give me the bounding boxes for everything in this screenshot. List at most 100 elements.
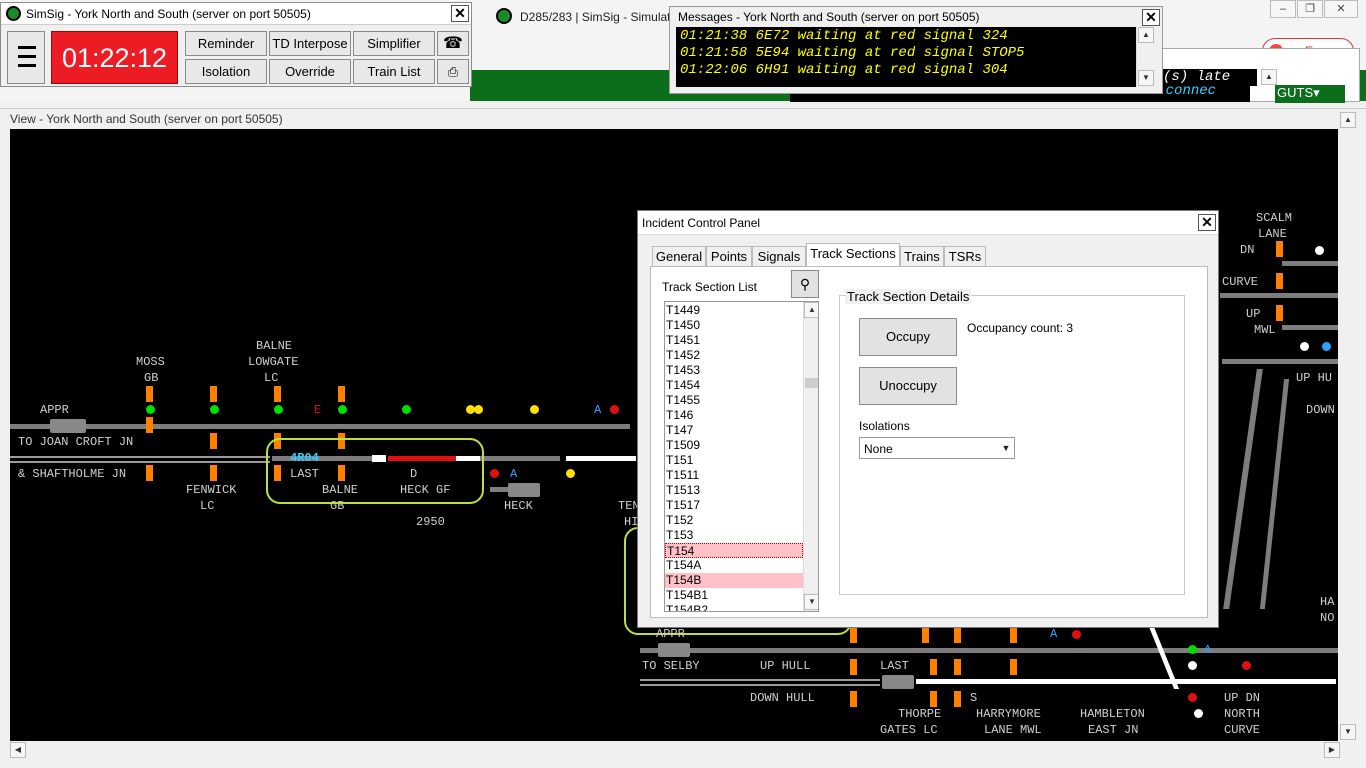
routed-track[interactable] bbox=[916, 679, 1336, 684]
platform-marker bbox=[50, 419, 86, 433]
signal-red-icon[interactable] bbox=[1072, 630, 1081, 639]
isolation-button[interactable]: Isolation bbox=[185, 59, 267, 84]
track-section-item[interactable]: T1517 bbox=[665, 498, 803, 513]
track-section-item[interactable]: T154B1 bbox=[665, 588, 803, 603]
down-line-track[interactable] bbox=[10, 461, 270, 463]
track-section-item[interactable]: T154A bbox=[665, 558, 803, 573]
icp-titlebar: Incident Control Panel ✕ bbox=[638, 211, 1218, 235]
track-section-item[interactable]: T1452 bbox=[665, 348, 803, 363]
override-button[interactable]: Override bbox=[269, 59, 351, 84]
scroll-up-icon[interactable]: ▲ bbox=[1261, 69, 1277, 85]
routed-track[interactable] bbox=[566, 456, 636, 461]
track-section-item[interactable]: T154 bbox=[665, 543, 803, 558]
scroll-thumb[interactable] bbox=[805, 378, 818, 388]
scroll-right-icon[interactable]: ▶ bbox=[1324, 742, 1340, 758]
restore-icon[interactable]: ❐ bbox=[1297, 0, 1323, 18]
td-interpose-button[interactable]: TD Interpose bbox=[269, 31, 351, 56]
track-section-item[interactable]: T1509 bbox=[665, 438, 803, 453]
track-segment[interactable] bbox=[1220, 293, 1338, 298]
track-section-item[interactable]: T1450 bbox=[665, 318, 803, 333]
phone-icon[interactable]: ☎ bbox=[437, 31, 469, 56]
scroll-up-icon[interactable]: ▲ bbox=[1340, 112, 1356, 128]
bottom-line-track[interactable] bbox=[640, 648, 1338, 653]
signal-green-icon[interactable] bbox=[274, 405, 283, 414]
printer-icon[interactable]: ⎙ bbox=[437, 59, 469, 84]
signal-white-icon[interactable] bbox=[1188, 661, 1197, 670]
main-close-icon[interactable]: ✕ bbox=[451, 5, 469, 22]
siding-track[interactable] bbox=[490, 487, 510, 492]
track-section-item[interactable]: T154B bbox=[665, 573, 803, 588]
reminder-button[interactable]: Reminder bbox=[185, 31, 267, 56]
signal-red-icon[interactable] bbox=[1242, 661, 1251, 670]
chevron-down-icon[interactable]: ▼ bbox=[998, 438, 1014, 458]
signal-green-icon[interactable] bbox=[210, 405, 219, 414]
track-section-item[interactable]: T1453 bbox=[665, 363, 803, 378]
bottom-line-track[interactable] bbox=[640, 679, 880, 681]
signal-white-icon[interactable] bbox=[1300, 342, 1309, 351]
tab-signals[interactable]: Signals bbox=[752, 246, 806, 267]
messages-scrollbar[interactable]: ▲ ▼ bbox=[1136, 27, 1154, 87]
track-curve[interactable] bbox=[1223, 369, 1263, 609]
scroll-up-icon[interactable]: ▲ bbox=[804, 302, 818, 318]
track-section-item[interactable]: T151 bbox=[665, 453, 803, 468]
track-section-item[interactable]: T1511 bbox=[665, 468, 803, 483]
track-section-item[interactable]: T147 bbox=[665, 423, 803, 438]
tab-points[interactable]: Points bbox=[706, 246, 752, 267]
signal-red-icon[interactable] bbox=[1188, 693, 1197, 702]
tab-tsrs[interactable]: TSRs bbox=[944, 246, 986, 267]
icp-close-icon[interactable]: ✕ bbox=[1198, 214, 1216, 231]
down-line-track[interactable] bbox=[10, 456, 270, 458]
scroll-down-icon[interactable]: ▼ bbox=[804, 594, 818, 610]
simplifier-button[interactable]: Simplifier bbox=[353, 31, 435, 56]
signal-white-icon[interactable] bbox=[1315, 246, 1324, 255]
down-line-track[interactable] bbox=[480, 456, 560, 461]
bottom-line-track[interactable] bbox=[640, 684, 880, 686]
occupy-button[interactable]: Occupy bbox=[859, 318, 957, 356]
signal-yellow-icon[interactable] bbox=[474, 405, 483, 414]
track-section-list[interactable]: T1449 T1450 T1451 T1452 T1453 T1454 T1455 T146 T… bbox=[664, 301, 819, 612]
signal-green-icon[interactable] bbox=[146, 405, 155, 414]
hamburger-menu-button[interactable] bbox=[7, 31, 45, 84]
track-segment[interactable] bbox=[1222, 359, 1338, 364]
signal-green-icon[interactable] bbox=[402, 405, 411, 414]
up-line-track[interactable] bbox=[10, 424, 630, 429]
signal-yellow-icon[interactable] bbox=[566, 469, 575, 478]
track-section-item[interactable]: T1451 bbox=[665, 333, 803, 348]
signal-red-icon[interactable] bbox=[610, 405, 619, 414]
track-segment[interactable] bbox=[1282, 325, 1338, 330]
track-section-item[interactable]: T152 bbox=[665, 513, 803, 528]
close-window-icon[interactable]: ✕ bbox=[1324, 0, 1358, 18]
tab-general[interactable]: General bbox=[652, 246, 706, 267]
locate-icon[interactable]: ⚲ bbox=[791, 270, 819, 298]
signal-green-icon[interactable] bbox=[1188, 645, 1197, 654]
track-curve[interactable] bbox=[1259, 379, 1290, 609]
messages-close-icon[interactable]: ✕ bbox=[1142, 9, 1160, 26]
level-crossing-marker bbox=[954, 659, 961, 675]
minimize-icon[interactable]: – bbox=[1270, 0, 1296, 18]
list-scrollbar[interactable]: ▲ ▼ bbox=[803, 302, 818, 611]
signal-white-icon[interactable] bbox=[1194, 709, 1203, 718]
train-list-button[interactable]: Train List bbox=[353, 59, 435, 84]
scroll-left-icon[interactable]: ◀ bbox=[10, 742, 26, 758]
scroll-up-icon[interactable]: ▲ bbox=[1138, 27, 1154, 43]
track-section-item[interactable]: T1454 bbox=[665, 378, 803, 393]
track-section-item[interactable]: T1455 bbox=[665, 393, 803, 408]
guts-menu[interactable]: GUTS▾ bbox=[1275, 85, 1345, 103]
track-section-item[interactable]: T146 bbox=[665, 408, 803, 423]
scroll-down-icon[interactable]: ▼ bbox=[1138, 70, 1154, 86]
track-section-item[interactable]: T1449 bbox=[665, 303, 803, 318]
signal-green-icon[interactable] bbox=[338, 405, 347, 414]
second-window-title[interactable]: D285/283 | SimSig - Simulat bbox=[520, 10, 671, 24]
track-section-item[interactable]: T1513 bbox=[665, 483, 803, 498]
tab-trains[interactable]: Trains bbox=[900, 246, 944, 267]
track-section-item[interactable]: T154B2 bbox=[665, 603, 803, 611]
signal-blue-icon[interactable] bbox=[1322, 342, 1331, 351]
signal-yellow-icon[interactable] bbox=[530, 405, 539, 414]
unoccupy-button[interactable]: Unoccupy bbox=[859, 367, 957, 405]
scroll-down-icon[interactable]: ▼ bbox=[1340, 724, 1356, 740]
track-segment[interactable] bbox=[1282, 261, 1338, 266]
signal-red-icon[interactable] bbox=[490, 469, 499, 478]
tab-track-sections[interactable]: Track Sections bbox=[806, 243, 900, 268]
isolations-select[interactable]: None ▼ bbox=[859, 437, 1015, 459]
track-section-item[interactable]: T153 bbox=[665, 528, 803, 543]
